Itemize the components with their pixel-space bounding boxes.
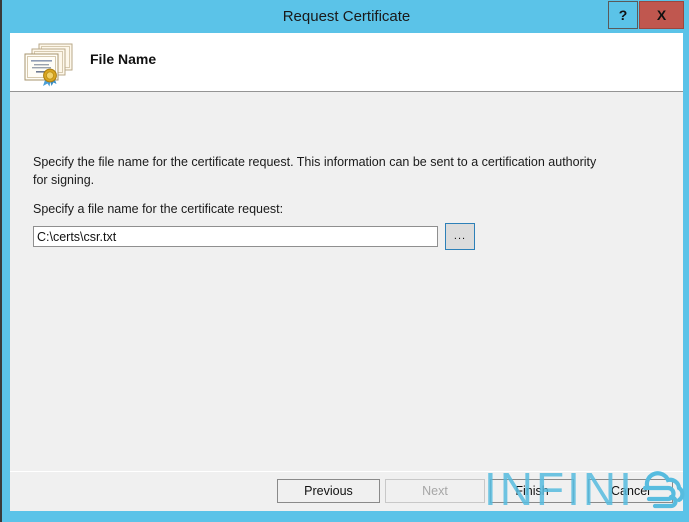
certificate-stack-icon xyxy=(18,40,78,88)
wizard-header: File Name xyxy=(10,33,683,92)
close-button[interactable]: X xyxy=(639,1,684,29)
dialog-client-area: File Name Specify the file name for the … xyxy=(10,33,683,511)
wizard-footer: Previous Next Finish Cancel xyxy=(10,471,683,511)
finish-button[interactable]: Finish xyxy=(490,479,574,503)
wizard-body: Specify the file name for the certificat… xyxy=(10,92,683,471)
instruction-text: Specify the file name for the certificat… xyxy=(33,153,603,189)
request-certificate-dialog: Request Certificate ? X xyxy=(0,0,689,522)
browse-button[interactable]: ... xyxy=(445,223,475,250)
page-title: File Name xyxy=(90,51,156,67)
filename-input[interactable] xyxy=(33,226,438,247)
window-title: Request Certificate xyxy=(2,0,689,33)
filename-field-label: Specify a file name for the certificate … xyxy=(33,202,283,216)
cancel-button[interactable]: Cancel xyxy=(588,479,673,503)
previous-button[interactable]: Previous xyxy=(277,479,380,503)
next-button: Next xyxy=(385,479,485,503)
help-button[interactable]: ? xyxy=(608,1,638,29)
title-bar: Request Certificate ? X xyxy=(2,0,689,33)
